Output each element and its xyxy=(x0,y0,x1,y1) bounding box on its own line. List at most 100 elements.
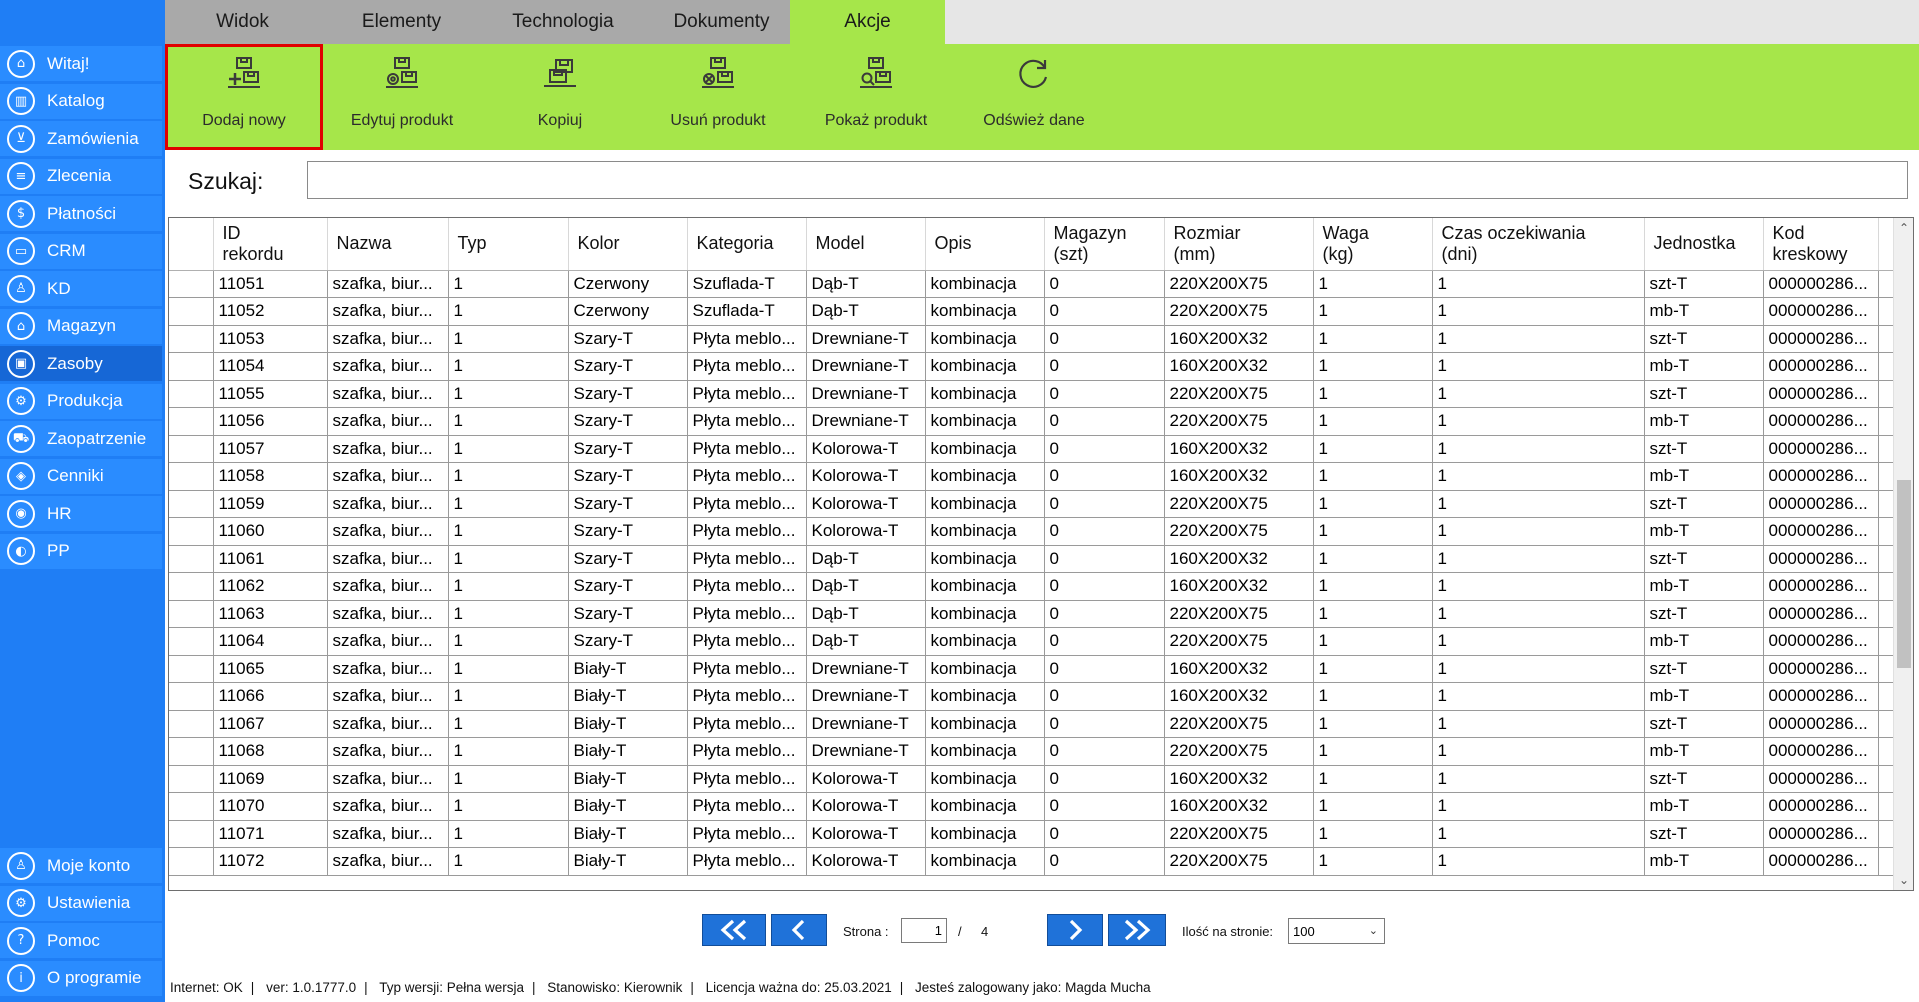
column-header[interactable]: Jednostka xyxy=(1644,218,1764,271)
table-cell[interactable]: 160X200X32 xyxy=(1164,352,1314,381)
table-cell[interactable]: 220X200X75 xyxy=(1164,270,1314,298)
table-row[interactable]: 11068 szafka, biur... 1 Biały-T Płyta meblo.… xyxy=(169,737,1894,766)
row-selector[interactable] xyxy=(169,325,214,353)
column-header[interactable]: Waga (kg) xyxy=(1313,218,1433,271)
table-cell[interactable]: 1 xyxy=(448,270,569,298)
table-cell[interactable]: 220X200X75 xyxy=(1164,710,1314,738)
table-cell[interactable]: 11059 xyxy=(213,490,328,518)
table-cell[interactable]: Płyta meblo... xyxy=(687,655,807,683)
table-cell[interactable]: 1 xyxy=(448,765,569,793)
table-cell[interactable]: Biały-T xyxy=(568,655,688,683)
table-cell[interactable]: 0 xyxy=(1044,270,1165,298)
table-cell[interactable]: Szuflada-T xyxy=(687,270,807,298)
table-cell[interactable]: 0 xyxy=(1044,572,1165,601)
vertical-scrollbar[interactable]: ⌃ ⌄ xyxy=(1893,218,1913,890)
edit-product-button[interactable]: Edytuj produkt xyxy=(323,44,481,150)
table-cell[interactable]: Szary-T xyxy=(568,462,688,491)
row-selector[interactable] xyxy=(169,545,214,573)
table-cell[interactable]: Biały-T xyxy=(568,737,688,766)
table-cell[interactable]: 11052 xyxy=(213,297,328,326)
table-cell[interactable]: 1 xyxy=(1313,270,1433,298)
table-cell[interactable]: mb-T xyxy=(1644,847,1764,876)
table-cell[interactable]: 1 xyxy=(448,462,569,491)
table-cell[interactable]: Płyta meblo... xyxy=(687,765,807,793)
table-cell[interactable]: 1 xyxy=(448,352,569,381)
table-cell[interactable]: 1 xyxy=(1313,600,1433,628)
table-cell[interactable]: 1 xyxy=(1432,517,1645,546)
table-cell[interactable]: kombinacja xyxy=(925,682,1045,711)
table-cell[interactable]: 1 xyxy=(1432,627,1645,656)
table-cell[interactable]: 1 xyxy=(1432,380,1645,408)
table-cell[interactable]: Drewniane-T xyxy=(806,682,926,711)
table-cell[interactable]: 160X200X32 xyxy=(1164,545,1314,573)
table-cell[interactable]: 000000286... xyxy=(1763,270,1879,298)
table-cell[interactable]: Czerwony xyxy=(568,297,688,326)
table-cell[interactable]: kombinacja xyxy=(925,297,1045,326)
table-cell[interactable]: szafka, biur... xyxy=(327,765,449,793)
column-header[interactable]: Magazyn (szt) xyxy=(1044,218,1165,271)
table-row[interactable]: 11053 szafka, biur... 1 Szary-T Płyta meblo.… xyxy=(169,325,1894,353)
table-row[interactable]: 11061 szafka, biur... 1 Szary-T Płyta meblo.… xyxy=(169,545,1894,573)
tab-elementy[interactable]: Elementy xyxy=(320,0,483,44)
table-cell[interactable]: 1 xyxy=(1432,710,1645,738)
table-cell[interactable]: 1 xyxy=(1313,572,1433,601)
table-cell[interactable]: 160X200X32 xyxy=(1164,325,1314,353)
table-cell[interactable]: 1 xyxy=(1313,792,1433,821)
table-cell[interactable]: kombinacja xyxy=(925,407,1045,436)
sidebar-item-pp[interactable]: ◐ PP xyxy=(0,533,162,569)
table-cell[interactable]: 1 xyxy=(1313,297,1433,326)
table-cell[interactable]: 11060 xyxy=(213,517,328,546)
table-row[interactable]: 11060 szafka, biur... 1 Szary-T Płyta meblo.… xyxy=(169,517,1894,546)
row-selector[interactable] xyxy=(169,435,214,463)
tab-widok[interactable]: Widok xyxy=(165,0,320,44)
table-cell[interactable]: 0 xyxy=(1044,820,1165,848)
table-cell[interactable]: Drewniane-T xyxy=(806,655,926,683)
table-cell[interactable]: Szary-T xyxy=(568,352,688,381)
table-cell[interactable]: 000000286... xyxy=(1763,572,1879,601)
table-cell[interactable]: 1 xyxy=(1432,847,1645,876)
table-cell[interactable]: 160X200X32 xyxy=(1164,572,1314,601)
table-cell[interactable]: 0 xyxy=(1044,655,1165,683)
table-cell[interactable]: kombinacja xyxy=(925,792,1045,821)
table-cell[interactable]: 1 xyxy=(1432,297,1645,326)
table-cell[interactable]: szafka, biur... xyxy=(327,325,449,353)
table-cell[interactable]: 11062 xyxy=(213,572,328,601)
table-cell[interactable]: 1 xyxy=(448,655,569,683)
table-cell[interactable]: szafka, biur... xyxy=(327,490,449,518)
table-cell[interactable]: kombinacja xyxy=(925,627,1045,656)
table-cell[interactable]: Szary-T xyxy=(568,380,688,408)
table-cell[interactable]: szt-T xyxy=(1644,380,1764,408)
table-row[interactable]: 11062 szafka, biur... 1 Szary-T Płyta meblo.… xyxy=(169,572,1894,601)
table-cell[interactable]: 000000286... xyxy=(1763,490,1879,518)
table-cell[interactable]: 1 xyxy=(1432,655,1645,683)
first-page-button[interactable] xyxy=(702,914,766,946)
table-cell[interactable]: 1 xyxy=(1432,572,1645,601)
sidebar-item-pomoc[interactable]: ? Pomoc xyxy=(0,923,162,958)
column-header[interactable]: Opis xyxy=(925,218,1045,271)
row-selector[interactable] xyxy=(169,655,214,683)
table-cell[interactable]: 000000286... xyxy=(1763,847,1879,876)
search-input[interactable] xyxy=(307,161,1908,199)
table-cell[interactable]: szt-T xyxy=(1644,600,1764,628)
table-cell[interactable]: 000000286... xyxy=(1763,517,1879,546)
scroll-down-icon[interactable]: ⌄ xyxy=(1894,870,1913,890)
sidebar-item-o-programie[interactable]: i O programie xyxy=(0,960,162,996)
table-cell[interactable]: mb-T xyxy=(1644,352,1764,381)
table-cell[interactable]: kombinacja xyxy=(925,517,1045,546)
table-cell[interactable]: 1 xyxy=(448,545,569,573)
table-cell[interactable]: 1 xyxy=(448,737,569,766)
table-cell[interactable]: 1 xyxy=(1432,765,1645,793)
table-cell[interactable]: 1 xyxy=(1432,792,1645,821)
table-cell[interactable]: 1 xyxy=(448,490,569,518)
table-cell[interactable]: szafka, biur... xyxy=(327,792,449,821)
column-header[interactable]: Model xyxy=(806,218,926,271)
scroll-up-icon[interactable]: ⌃ xyxy=(1894,218,1913,238)
per-page-select[interactable]: 100 ⌄ xyxy=(1288,918,1385,944)
row-selector[interactable] xyxy=(169,820,214,848)
table-cell[interactable]: Drewniane-T xyxy=(806,737,926,766)
add-new-button[interactable]: Dodaj nowy xyxy=(165,44,323,150)
row-selector[interactable] xyxy=(169,462,214,491)
table-cell[interactable]: 1 xyxy=(448,792,569,821)
table-cell[interactable]: szafka, biur... xyxy=(327,270,449,298)
table-cell[interactable]: szt-T xyxy=(1644,710,1764,738)
